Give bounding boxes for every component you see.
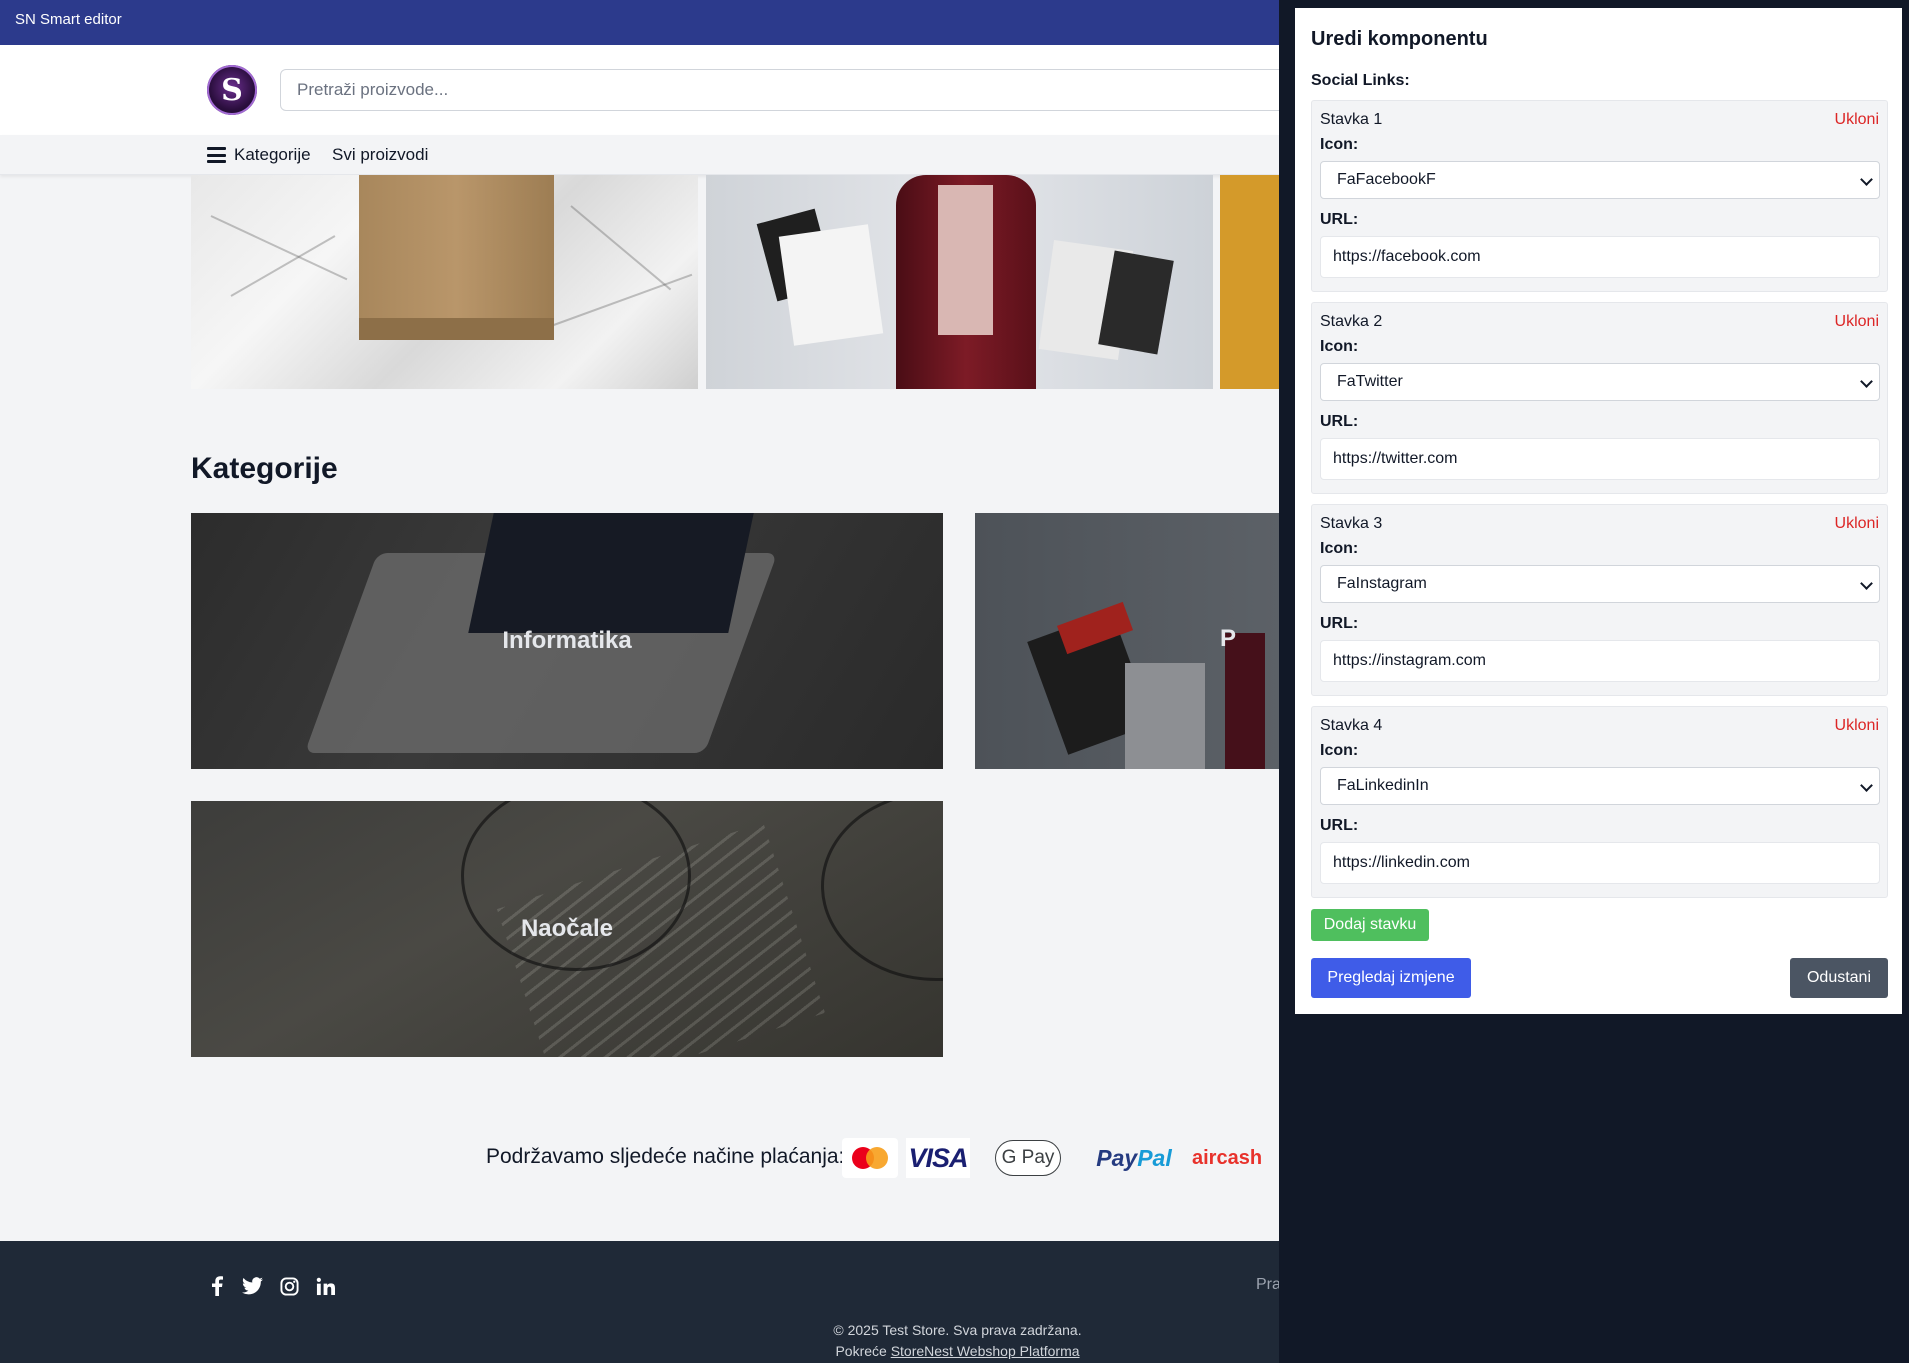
url-input[interactable]: [1320, 842, 1880, 884]
store-logo[interactable]: S: [207, 65, 257, 115]
chevron-down-icon: [1860, 375, 1873, 388]
item-title: Stavka 2: [1320, 313, 1383, 330]
cancel-button[interactable]: Odustani: [1790, 958, 1888, 998]
site-header: S: [0, 45, 1290, 135]
banner-image-marble-bag[interactable]: [191, 175, 698, 389]
nav-categories[interactable]: Kategorije: [207, 145, 311, 165]
menu-icon: [207, 147, 226, 163]
chevron-down-icon: [1860, 577, 1873, 590]
remove-item-button[interactable]: Ukloni: [1835, 111, 1879, 129]
icon-select[interactable]: FaLinkedinIn: [1320, 767, 1880, 805]
category-label: P: [1220, 625, 1237, 652]
banner-image-shopping-woman[interactable]: [706, 175, 1213, 389]
editor-app-title: SN Smart editor: [15, 11, 122, 28]
icon-label: Icon:: [1320, 742, 1359, 759]
category-label: Informatika: [502, 627, 632, 654]
category-card-informatika[interactable]: Informatika: [191, 513, 943, 769]
category-card-second[interactable]: P: [975, 513, 1280, 769]
url-input[interactable]: [1320, 438, 1880, 480]
remove-item-button[interactable]: Ukloni: [1835, 717, 1879, 735]
category-card-naocale[interactable]: Naočale: [191, 801, 943, 1057]
item-title: Stavka 1: [1320, 111, 1383, 128]
main-nav: Kategorije Svi proizvodi: [0, 135, 1279, 175]
nav-all-products[interactable]: Svi proizvodi: [332, 145, 428, 165]
social-link-item: Stavka 2 Ukloni Icon: FaTwitter URL:: [1311, 302, 1888, 494]
url-label: URL:: [1320, 615, 1359, 632]
facebook-icon[interactable]: [206, 1275, 228, 1297]
url-label: URL:: [1320, 817, 1359, 834]
social-link-item: Stavka 4 Ukloni Icon: FaLinkedinIn URL:: [1311, 706, 1888, 898]
linkedin-icon[interactable]: [314, 1275, 336, 1297]
icon-select[interactable]: FaTwitter: [1320, 363, 1880, 401]
remove-item-button[interactable]: Ukloni: [1835, 515, 1879, 533]
url-label: URL:: [1320, 211, 1359, 228]
social-link-item: Stavka 3 Ukloni Icon: FaInstagram URL:: [1311, 504, 1888, 696]
aircash-icon: aircash: [1192, 1146, 1263, 1169]
icon-label: Icon:: [1320, 338, 1359, 355]
category-label: Naočale: [520, 915, 614, 942]
twitter-icon[interactable]: [241, 1275, 263, 1297]
item-title: Stavka 3: [1320, 515, 1383, 532]
edit-component-panel: Uredi komponentu Social Links: Stavka 1 …: [1295, 8, 1902, 1014]
preview-changes-button[interactable]: Pregledaj izmjene: [1311, 958, 1471, 998]
icon-label: Icon:: [1320, 540, 1359, 557]
chevron-down-icon: [1860, 173, 1873, 186]
add-item-button[interactable]: Dodaj stavku: [1311, 909, 1429, 941]
icon-label: Icon:: [1320, 136, 1359, 153]
google-pay-icon: G Pay: [995, 1140, 1061, 1176]
social-link-item: Stavka 1 Ukloni Icon: FaFacebookF URL:: [1311, 100, 1888, 292]
icon-select[interactable]: FaInstagram: [1320, 565, 1880, 603]
paypal-icon: Pay Pal: [1096, 1144, 1172, 1171]
banner-image-third[interactable]: [1220, 175, 1280, 389]
search-input[interactable]: [280, 69, 1290, 111]
mastercard-icon: [842, 1138, 898, 1178]
item-title: Stavka 4: [1320, 717, 1383, 734]
platform-link[interactable]: StoreNest Webshop Platforma: [891, 1343, 1080, 1359]
icon-select[interactable]: FaFacebookF: [1320, 161, 1880, 199]
url-label: URL:: [1320, 413, 1359, 430]
panel-title: Uredi komponentu: [1311, 28, 1488, 50]
url-input[interactable]: [1320, 640, 1880, 682]
visa-icon: VISA: [906, 1138, 970, 1178]
remove-item-button[interactable]: Ukloni: [1835, 313, 1879, 331]
instagram-icon[interactable]: [278, 1275, 300, 1297]
footer-link[interactable]: Pra: [1256, 1276, 1281, 1294]
nav-categories-label: Kategorije: [234, 145, 311, 164]
chevron-down-icon: [1860, 779, 1873, 792]
categories-heading: Kategorije: [191, 452, 338, 485]
logo-letter: S: [221, 72, 243, 108]
url-input[interactable]: [1320, 236, 1880, 278]
section-label: Social Links:: [1311, 72, 1410, 89]
payment-methods-text: Podržavamo sljedeće načine plaćanja:: [486, 1145, 845, 1168]
